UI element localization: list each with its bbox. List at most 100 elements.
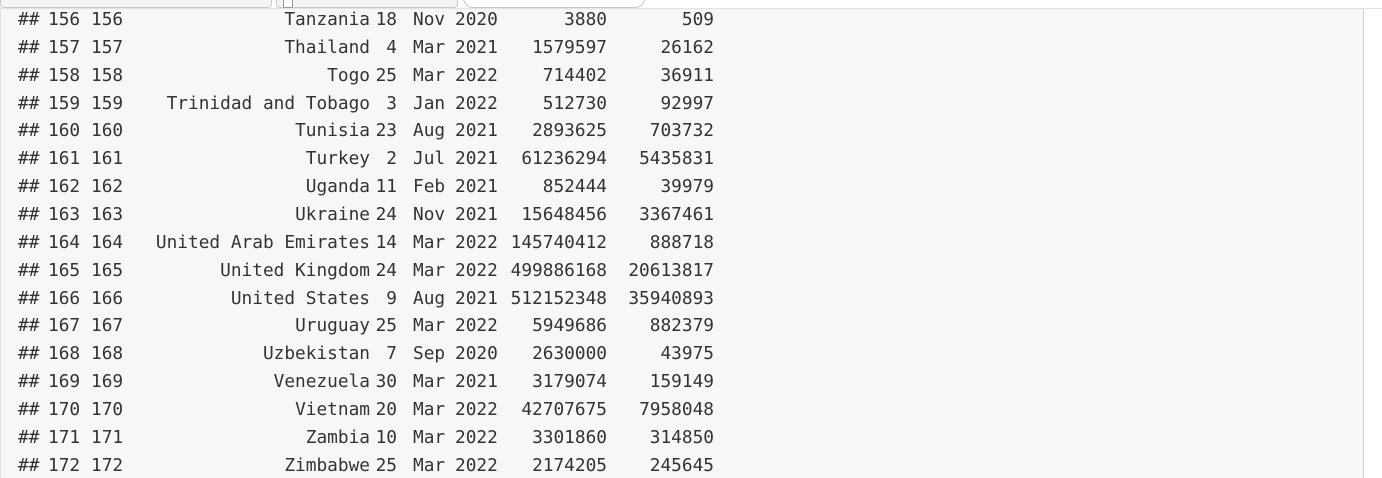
date-day: 20: [375, 398, 397, 420]
value-total: 1579597: [532, 36, 607, 58]
console-row: ## 166 166 United States 9 Aug 2021 512152348 35…: [18, 288, 738, 316]
date-year: 2022: [455, 231, 498, 253]
date-month: Mar: [413, 371, 446, 393]
value-total: 714402: [542, 64, 607, 86]
country-cell: Thailand: [138, 37, 370, 65]
country-name: United Kingdom: [220, 259, 370, 281]
country-cell: United Kingdom: [138, 260, 370, 288]
console-output[interactable]: ## 156 156 Tanzania 18 Nov 2020 3880 509 ## 157 157…: [0, 9, 1364, 478]
value-secondary: 35940893: [628, 287, 714, 309]
date-month: Mar: [413, 398, 446, 420]
editor-tab[interactable]: [276, 0, 458, 8]
value-secondary: 509: [681, 9, 714, 30]
value-total: 499886168: [510, 259, 607, 281]
document-icon: [283, 0, 293, 8]
date-year: 2022: [455, 64, 498, 86]
row-number: 162: [91, 176, 124, 198]
date-month: Mar: [413, 454, 446, 476]
row-index: 172: [48, 454, 81, 476]
row-prefix: ##: [18, 203, 40, 225]
row-prefix: ##: [18, 426, 40, 448]
console-row: ## 172 172 Zimbabwe 25 Mar 2022 2174205 245645: [18, 455, 738, 478]
country-name: Vietnam: [295, 398, 370, 420]
value-total: 3301860: [532, 426, 607, 448]
row-number: 168: [91, 343, 124, 365]
country-cell: Vietnam: [138, 399, 370, 427]
country-name: Trinidad and Tobago: [166, 92, 370, 114]
console-row: ## 165 165 United Kingdom 24 Mar 2022 499886168…: [18, 260, 738, 288]
country-name: Togo: [327, 64, 370, 86]
row-index: 161: [48, 148, 81, 170]
row-number: 164: [91, 231, 124, 253]
value-total: 512730: [542, 92, 607, 114]
row-number: 171: [91, 426, 124, 448]
country-cell: United Arab Emirates: [138, 232, 370, 260]
date-year: 2022: [455, 259, 498, 281]
date-day: 4: [386, 36, 397, 58]
row-number: 159: [91, 92, 124, 114]
date-month: Aug: [413, 120, 446, 142]
row-number: 157: [91, 36, 124, 58]
date-year: 2022: [455, 398, 498, 420]
value-total: 15648456: [521, 203, 607, 225]
country-name: Zimbabwe: [284, 454, 370, 476]
date-day: 14: [375, 231, 397, 253]
console-row: ## 161 161 Turkey 2 Jul 2021 61236294 5435831: [18, 148, 738, 176]
vertical-scrollbar[interactable]: [1364, 9, 1382, 478]
date-day: 25: [375, 454, 397, 476]
country-name: Uruguay: [295, 315, 370, 337]
date-year: 2020: [455, 9, 498, 30]
value-total: 2174205: [532, 454, 607, 476]
row-index: 158: [48, 64, 81, 86]
date-month: Mar: [413, 426, 446, 448]
row-prefix: ##: [18, 259, 40, 281]
date-month: Mar: [413, 259, 446, 281]
country-name: Zambia: [305, 426, 370, 448]
row-number: 163: [91, 203, 124, 225]
country-name: United States: [230, 287, 370, 309]
value-total: 3179074: [532, 371, 607, 393]
country-name: United Arab Emirates: [155, 231, 370, 253]
row-index: 169: [48, 371, 81, 393]
country-cell: United States: [138, 288, 370, 316]
console-row: ## 156 156 Tanzania 18 Nov 2020 3880 509: [18, 9, 738, 37]
date-day: 25: [375, 315, 397, 337]
row-prefix: ##: [18, 64, 40, 86]
row-index: 162: [48, 176, 81, 198]
search-field[interactable]: [463, 0, 645, 8]
row-prefix: ##: [18, 231, 40, 253]
row-index: 160: [48, 120, 81, 142]
row-index: 159: [48, 92, 81, 114]
console-row: ## 158 158 Togo 25 Mar 2022 714402 36911: [18, 65, 738, 93]
country-cell: Uganda: [138, 176, 370, 204]
date-day: 24: [375, 259, 397, 281]
date-year: 2021: [455, 148, 498, 170]
row-number: 172: [91, 454, 124, 476]
date-day: 11: [375, 176, 397, 198]
row-index: 171: [48, 426, 81, 448]
console-row: ## 169 169 Venezuela 30 Mar 2021 3179074 159149: [18, 371, 738, 399]
date-day: 23: [375, 120, 397, 142]
date-year: 2021: [455, 36, 498, 58]
country-name: Thailand: [284, 36, 370, 58]
value-total: 145740412: [510, 231, 607, 253]
date-month: Mar: [413, 36, 446, 58]
country-cell: Venezuela: [138, 371, 370, 399]
editor-tab[interactable]: [0, 0, 272, 8]
console-row: ## 170 170 Vietnam 20 Mar 2022 42707675 7958048: [18, 399, 738, 427]
date-month: Sep: [413, 343, 446, 365]
console-row: ## 164 164 United Arab Emirates 14 Mar 2022 145…: [18, 232, 738, 260]
row-prefix: ##: [18, 92, 40, 114]
value-secondary: 245645: [649, 454, 714, 476]
row-prefix: ##: [18, 287, 40, 309]
date-year: 2022: [455, 426, 498, 448]
value-secondary: 888718: [649, 231, 714, 253]
row-index: 168: [48, 343, 81, 365]
country-cell: Togo: [138, 65, 370, 93]
date-month: Nov: [413, 203, 446, 225]
row-prefix: ##: [18, 454, 40, 476]
date-day: 7: [386, 343, 397, 365]
row-prefix: ##: [18, 148, 40, 170]
value-secondary: 20613817: [628, 259, 714, 281]
row-number: 166: [91, 287, 124, 309]
